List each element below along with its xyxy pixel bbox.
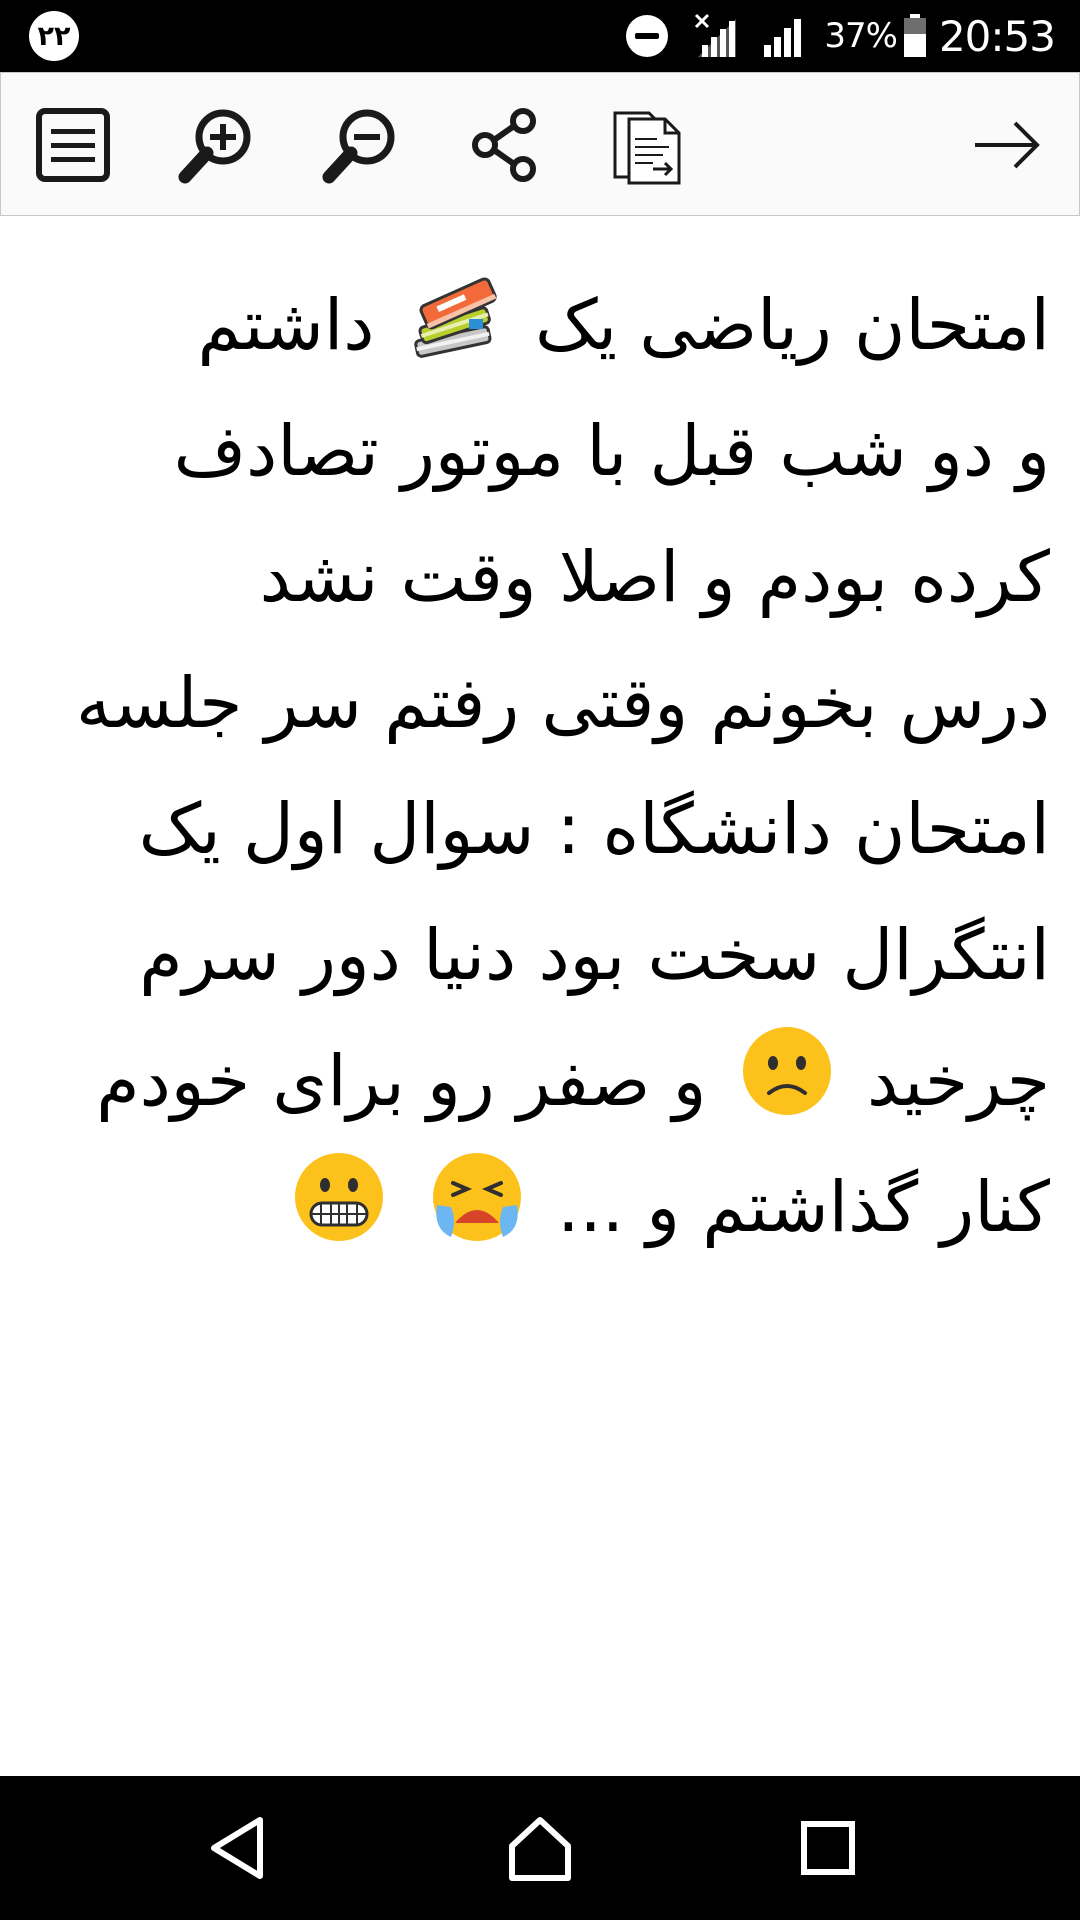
reader-toolbar — [0, 72, 1080, 216]
forward-button[interactable] — [965, 103, 1049, 187]
zoom-in-icon — [178, 109, 251, 184]
text-line: کنار گذاشتم و ... — [28, 1144, 1050, 1270]
text-line: امتحان ریاضی یک داشتم — [28, 262, 1050, 388]
share-button[interactable] — [463, 103, 547, 187]
copy-document-icon — [613, 111, 681, 185]
navigation-bar — [0, 1776, 1080, 1920]
signal-icon — [764, 19, 802, 57]
post-text: امتحان ریاضی یک داشتم و دو شب قبل با موت… — [28, 262, 1050, 1270]
zoom-out-button[interactable] — [319, 103, 403, 187]
grimacing-face-emoji — [291, 1149, 387, 1245]
text-segment: کنار گذاشتم و ... — [557, 1166, 1050, 1248]
text-line: و دو شب قبل با موتور تصادف — [173, 410, 1050, 492]
home-icon — [509, 1817, 571, 1881]
signal-no-data-icon — [695, 13, 737, 57]
recents-icon — [801, 1821, 855, 1875]
text-line: چرخید و صفر رو برای خودم — [28, 1018, 1050, 1144]
text-segment: داشتم — [197, 284, 375, 366]
share-icon — [472, 108, 536, 182]
status-icons: 37% 20:53 — [624, 0, 1056, 72]
back-button[interactable] — [200, 1808, 280, 1888]
do-not-disturb-icon — [626, 15, 669, 57]
worried-face-emoji — [739, 1023, 835, 1119]
recents-button[interactable] — [788, 1808, 868, 1888]
books-emoji — [407, 267, 503, 363]
menu-list-icon — [36, 108, 110, 182]
battery-icon — [903, 14, 926, 57]
text-line: انتگرال سخت بود دنیا دور سرم — [139, 914, 1050, 996]
status-bar: ۲۲ 37% 20:53 — [0, 0, 1080, 72]
back-icon — [211, 1817, 263, 1879]
text-line: امتحان دانشگاه : سوال اول یک — [138, 788, 1050, 870]
notification-badge: ۲۲ — [29, 11, 79, 61]
text-segment: امتحان ریاضی یک — [534, 284, 1050, 366]
text-line: درس بخونم وقتی رفتم سر جلسه — [76, 662, 1050, 744]
clock: 20:53 — [938, 11, 1056, 61]
text-segment: چرخید — [866, 1040, 1050, 1122]
forward-arrow-icon — [975, 121, 1040, 169]
menu-button[interactable] — [31, 103, 115, 187]
battery-percent: 37% — [824, 16, 898, 56]
text-segment: و صفر رو برای خودم — [96, 1040, 707, 1122]
home-button[interactable] — [500, 1808, 580, 1888]
crying-face-emoji — [429, 1149, 525, 1245]
text-line: کرده بودم و اصلا وقت نشد — [259, 536, 1050, 618]
zoom-in-button[interactable] — [175, 103, 259, 187]
zoom-out-icon — [322, 109, 395, 184]
copy-button[interactable] — [607, 103, 691, 187]
